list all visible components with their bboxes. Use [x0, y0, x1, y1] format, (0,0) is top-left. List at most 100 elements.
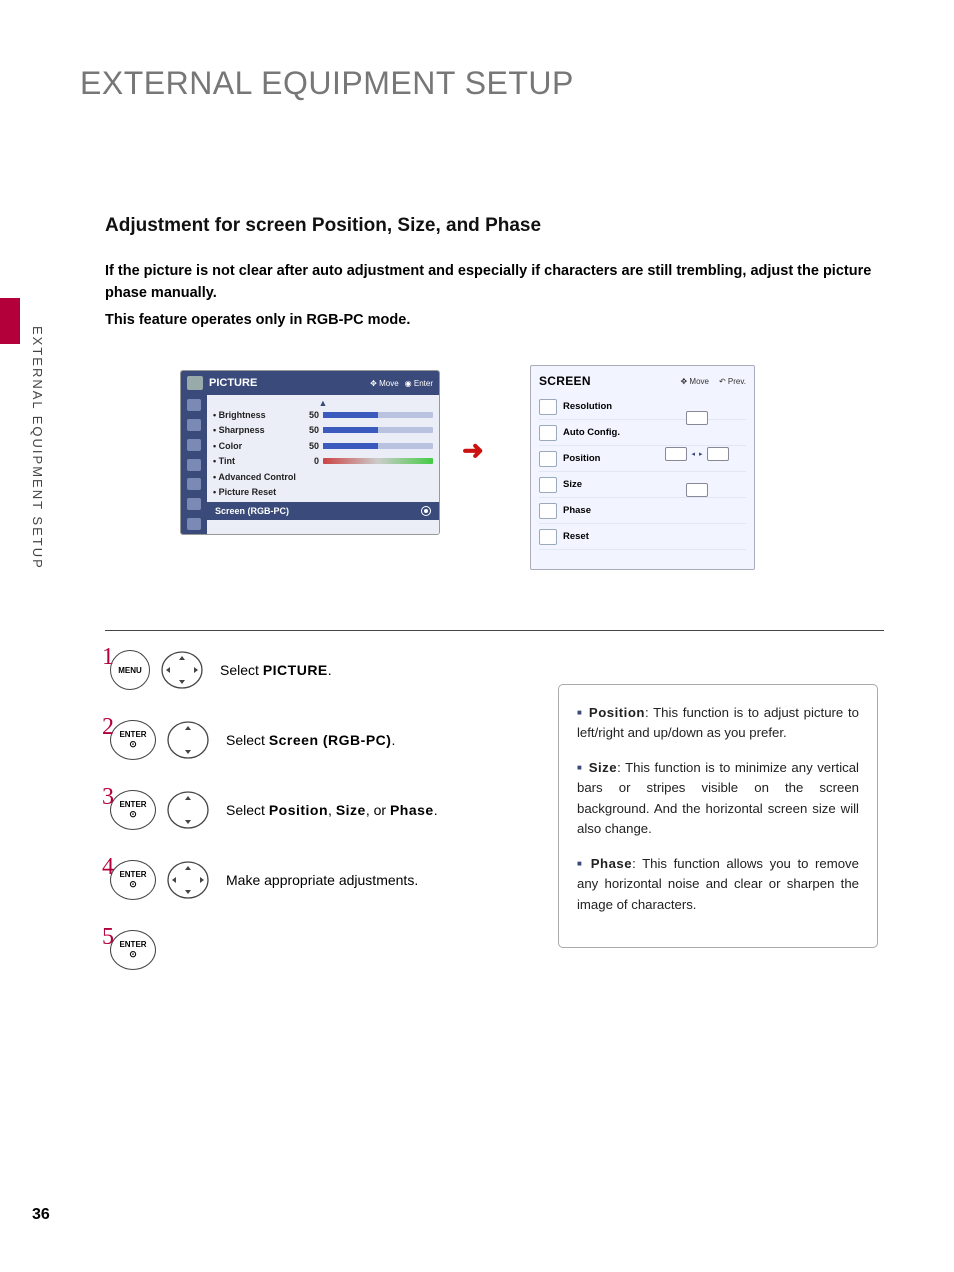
osd-picture-header: PICTURE ✥ Move ◉ Enter	[181, 371, 439, 395]
step-row: 4 ENTER⊙ Make appropriate adjustments.	[102, 860, 532, 900]
item-label: Resolution	[563, 401, 612, 412]
step-number: 2	[102, 714, 114, 741]
row-label: • Brightness	[213, 410, 301, 420]
osd-screen-panel: SCREEN ✥ Move ↶ Prev. Resolution Auto Co…	[530, 365, 755, 570]
picture-icon	[187, 376, 203, 390]
osd-category-icons	[181, 395, 207, 534]
row-label: • Advanced Control	[213, 472, 301, 482]
item-icon	[539, 477, 557, 493]
item-icon	[539, 503, 557, 519]
remote-enter-button: ENTER⊙	[110, 790, 156, 830]
screen-item: Reset	[539, 524, 746, 550]
hint-enter: ◉ Enter	[405, 379, 433, 388]
step-number: 1	[102, 644, 114, 671]
intro-line-1: If the picture is not clear after auto a…	[105, 260, 885, 305]
step-text: Select Position, Size, or Phase.	[226, 802, 438, 818]
slider-bar	[323, 412, 433, 418]
item-icon	[539, 451, 557, 467]
osd-picture-title: PICTURE	[209, 377, 257, 389]
item-label: Position	[563, 453, 600, 464]
item-label: Phase	[563, 505, 591, 516]
cat-icon	[181, 435, 207, 455]
adjust-tile	[665, 447, 687, 461]
intro-line-2: This feature operates only in RGB-PC mod…	[105, 309, 885, 331]
selected-label: Screen (RGB-PC)	[215, 506, 289, 516]
intro-paragraph: If the picture is not clear after auto a…	[105, 260, 885, 331]
step-text: Select Screen (RGB-PC).	[226, 732, 395, 748]
adjust-tile	[686, 483, 708, 497]
osd-screen-header: SCREEN ✥ Move ↶ Prev.	[539, 374, 746, 388]
info-item: Phase: This function allows you to remov…	[577, 854, 859, 915]
row-value: 0	[301, 456, 319, 466]
row-value: 50	[301, 441, 319, 451]
right-caret-icon: ▸	[699, 450, 703, 458]
remote-dpad-updown-icon	[166, 720, 210, 760]
hint-move: ✥ Move	[680, 377, 709, 386]
osd-picture-panel: PICTURE ✥ Move ◉ Enter ▲ • Brightness 50…	[180, 370, 440, 535]
section-heading: Adjustment for screen Position, Size, an…	[105, 215, 541, 237]
step-text: Select PICTURE.	[220, 662, 332, 678]
cat-icon	[181, 474, 207, 494]
item-icon	[539, 529, 557, 545]
remote-enter-button: ENTER⊙	[110, 930, 156, 970]
step-row: 1 MENU Select PICTURE.	[102, 650, 532, 690]
cat-icon	[181, 514, 207, 534]
item-label: Reset	[563, 531, 589, 542]
cat-icon	[181, 395, 207, 415]
remote-dpad-4way-icon	[166, 860, 210, 900]
item-icon	[539, 425, 557, 441]
picture-row: • Tint 0	[213, 454, 433, 470]
page-title: EXTERNAL EQUIPMENT SETUP	[80, 65, 574, 102]
side-section-label: EXTERNAL EQUIPMENT SETUP	[30, 326, 45, 570]
cat-icon	[181, 494, 207, 514]
step-number: 5	[102, 924, 114, 951]
item-label: Auto Config.	[563, 427, 620, 438]
step-number: 3	[102, 784, 114, 811]
info-item: Size: This function is to minimize any v…	[577, 758, 859, 840]
picture-row: • Color 50	[213, 438, 433, 454]
left-caret-icon: ◂	[691, 450, 695, 458]
adjust-tile	[686, 411, 708, 425]
item-label: Size	[563, 479, 582, 490]
row-label: • Tint	[213, 456, 301, 466]
step-row: 3 ENTER⊙ Select Position, Size, or Phase…	[102, 790, 532, 830]
picture-selected-row: Screen (RGB-PC)	[207, 502, 439, 520]
row-value: 50	[301, 410, 319, 420]
screen-item: Phase	[539, 498, 746, 524]
remote-enter-button: ENTER⊙	[110, 720, 156, 760]
screen-adjust-visual: ◂ ▸	[652, 411, 742, 497]
remote-dpad-updown-icon	[166, 790, 210, 830]
info-box: Position: This function is to adjust pic…	[558, 684, 878, 948]
osd-picture-hints: ✥ Move ◉ Enter	[370, 379, 433, 388]
adjust-tile	[707, 447, 729, 461]
step-number: 4	[102, 854, 114, 881]
scroll-up-caret-icon: ▲	[213, 399, 433, 407]
row-label: • Sharpness	[213, 425, 301, 435]
step-text: Make appropriate adjustments.	[226, 872, 418, 888]
picture-row: • Advanced Control	[213, 469, 433, 485]
flow-arrow-icon: ➜	[462, 435, 484, 466]
tint-bar	[323, 458, 433, 464]
enter-dot-icon	[421, 506, 431, 516]
cat-icon	[181, 415, 207, 435]
osd-screen-title: SCREEN	[539, 374, 591, 388]
info-item: Position: This function is to adjust pic…	[577, 703, 859, 744]
slider-bar	[323, 443, 433, 449]
step-row: 5 ENTER⊙	[102, 930, 532, 970]
item-icon	[539, 399, 557, 415]
cat-icon	[181, 455, 207, 475]
picture-row: • Sharpness 50	[213, 423, 433, 439]
osd-screen-hints: ✥ Move ↶ Prev.	[680, 377, 746, 386]
accent-tab	[0, 298, 20, 344]
hint-move: ✥ Move	[370, 379, 399, 388]
row-label: • Picture Reset	[213, 487, 301, 497]
steps-list: 1 MENU Select PICTURE. 2 ENTER⊙ Select S…	[102, 650, 532, 1000]
row-label: • Color	[213, 441, 301, 451]
remote-enter-button: ENTER⊙	[110, 860, 156, 900]
page-number: 36	[32, 1206, 50, 1224]
remote-menu-button: MENU	[110, 650, 150, 690]
section-divider	[105, 630, 884, 631]
row-value: 50	[301, 425, 319, 435]
step-row: 2 ENTER⊙ Select Screen (RGB-PC).	[102, 720, 532, 760]
picture-row: • Brightness 50	[213, 407, 433, 423]
